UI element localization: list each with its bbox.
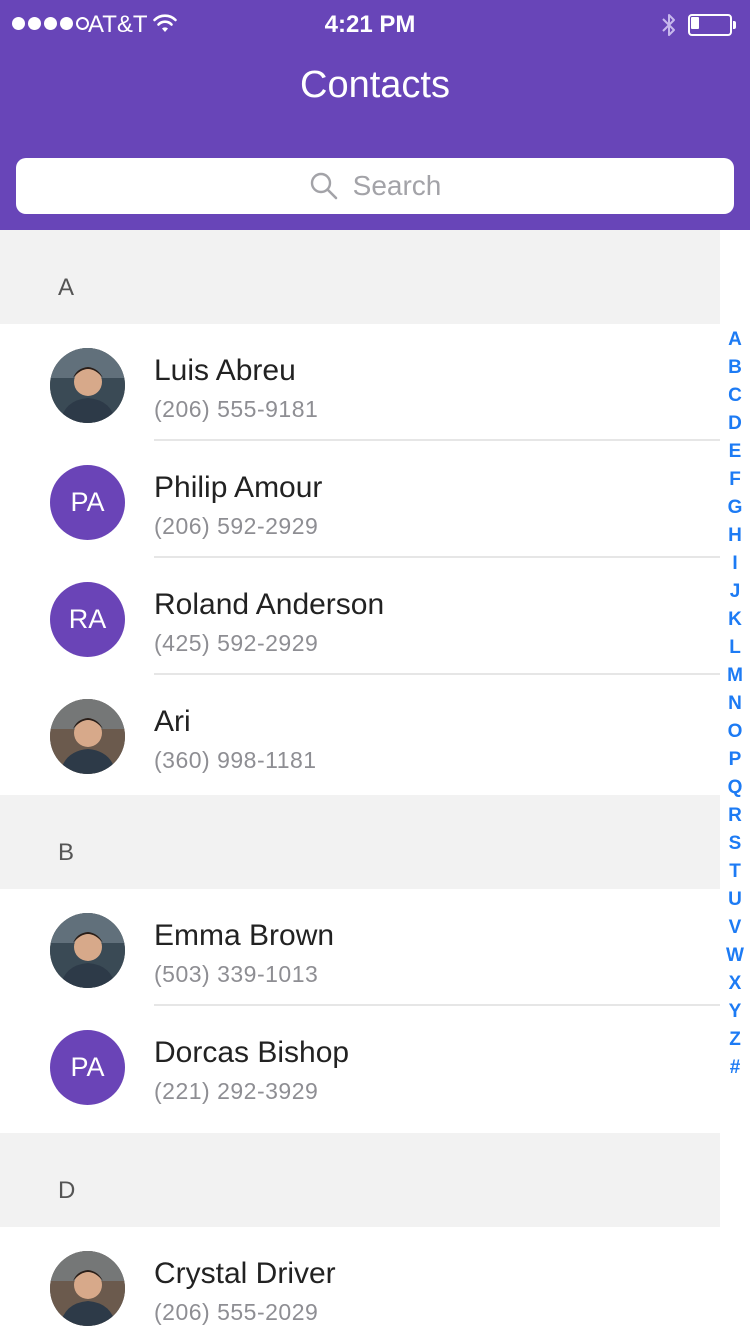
- avatar-initials: RA: [50, 582, 125, 657]
- nav-header: AT&T 4:21 PM Contacts Search: [0, 0, 750, 230]
- person-photo-icon: [50, 348, 125, 423]
- contact-name: Emma Brown: [154, 919, 335, 952]
- index-letter[interactable]: J: [730, 578, 741, 606]
- index-letter[interactable]: K: [728, 606, 742, 634]
- search-bar[interactable]: Search: [16, 158, 734, 214]
- contact-phone: (206) 555-2029: [154, 1299, 319, 1325]
- index-letter[interactable]: W: [726, 942, 744, 970]
- section-header: D: [0, 1133, 720, 1227]
- index-letter[interactable]: R: [728, 802, 742, 830]
- section-header: B: [0, 795, 720, 889]
- index-letter[interactable]: Y: [729, 998, 742, 1026]
- index-letter[interactable]: O: [728, 718, 743, 746]
- index-letter[interactable]: L: [729, 634, 741, 662]
- contact-row[interactable]: PA Dorcas Bishop (221) 292-3929: [0, 1006, 720, 1123]
- contact-name: Roland Anderson: [154, 588, 385, 621]
- contact-row[interactable]: Ari (360) 998-1181: [0, 675, 720, 792]
- contact-phone: (503) 339-1013: [154, 961, 319, 987]
- contact-phone: (206) 555-9181: [154, 396, 319, 422]
- index-letter[interactable]: #: [730, 1054, 741, 1082]
- contact-phone: (425) 592-2929: [154, 630, 319, 656]
- status-bar: AT&T 4:21 PM: [0, 0, 750, 50]
- avatar-photo: [50, 348, 125, 423]
- index-letter[interactable]: H: [728, 522, 742, 550]
- avatar-initials: PA: [50, 1030, 125, 1105]
- index-letter[interactable]: X: [729, 970, 742, 998]
- index-letter[interactable]: A: [728, 326, 742, 354]
- index-letter[interactable]: I: [732, 550, 737, 578]
- index-letter[interactable]: B: [728, 354, 742, 382]
- contact-name: Dorcas Bishop: [154, 1036, 350, 1069]
- contact-phone: (206) 592-2929: [154, 513, 319, 539]
- contacts-screen: AT&T 4:21 PM Contacts Search A Luis Abre…: [0, 0, 750, 1332]
- page-title: Contacts: [300, 64, 450, 106]
- index-letter[interactable]: C: [728, 382, 742, 410]
- contact-row[interactable]: PA Philip Amour (206) 592-2929: [0, 441, 720, 558]
- section-letter: A: [58, 274, 75, 301]
- contact-name: Philip Amour: [154, 471, 323, 504]
- section-letter: B: [58, 839, 75, 866]
- avatar-photo: [50, 913, 125, 988]
- index-letter[interactable]: E: [729, 438, 742, 466]
- index-letter[interactable]: S: [729, 830, 742, 858]
- avatar-photo: [50, 699, 125, 774]
- section-spacer: [0, 1123, 720, 1133]
- search-icon: [310, 172, 337, 200]
- index-letter[interactable]: F: [729, 466, 741, 494]
- clock-time: 4:21 PM: [324, 11, 416, 38]
- contact-row[interactable]: Luis Abreu (206) 555-9181: [0, 324, 720, 441]
- index-letter[interactable]: N: [728, 690, 742, 718]
- contact-name: Luis Abreu: [154, 354, 296, 387]
- index-letter[interactable]: T: [729, 858, 741, 886]
- battery-fill: [691, 17, 699, 29]
- index-letter[interactable]: V: [729, 914, 742, 942]
- contact-phone: (360) 998-1181: [154, 747, 317, 773]
- index-letter[interactable]: Q: [728, 774, 743, 802]
- bluetooth-icon: [662, 14, 675, 36]
- contact-row[interactable]: Emma Brown (503) 339-1013: [0, 889, 720, 1006]
- index-letter[interactable]: U: [728, 886, 742, 914]
- battery-icon: [688, 14, 736, 36]
- contact-name: Crystal Driver: [154, 1257, 336, 1290]
- index-letter[interactable]: D: [728, 410, 742, 438]
- index-letter[interactable]: M: [727, 662, 743, 690]
- section-header: A: [0, 230, 720, 324]
- contact-name: Ari: [154, 705, 191, 738]
- contacts-list: A Luis Abreu (206) 555-9181 PA Philip Amour(…: [0, 230, 750, 1332]
- person-photo-icon: [50, 913, 125, 988]
- index-letter[interactable]: Z: [729, 1026, 741, 1054]
- contact-row[interactable]: Crystal Driver (206) 555-2029: [0, 1227, 720, 1332]
- contact-phone: (221) 292-3929: [154, 1078, 319, 1104]
- index-letter[interactable]: G: [728, 494, 743, 522]
- alphabet-index[interactable]: A B C D E F G H I J K L M N O P Q R S T U V W X Y Z #: [720, 326, 750, 1082]
- avatar-photo: [50, 1251, 125, 1326]
- index-letter[interactable]: P: [729, 746, 742, 774]
- search-placeholder: Search: [352, 170, 442, 201]
- contact-row[interactable]: RA Roland Anderson (425) 592-2929: [0, 558, 720, 675]
- avatar-initials: PA: [50, 465, 125, 540]
- section-letter: D: [58, 1177, 76, 1204]
- person-photo-icon: [50, 699, 125, 774]
- person-photo-icon: [50, 1251, 125, 1326]
